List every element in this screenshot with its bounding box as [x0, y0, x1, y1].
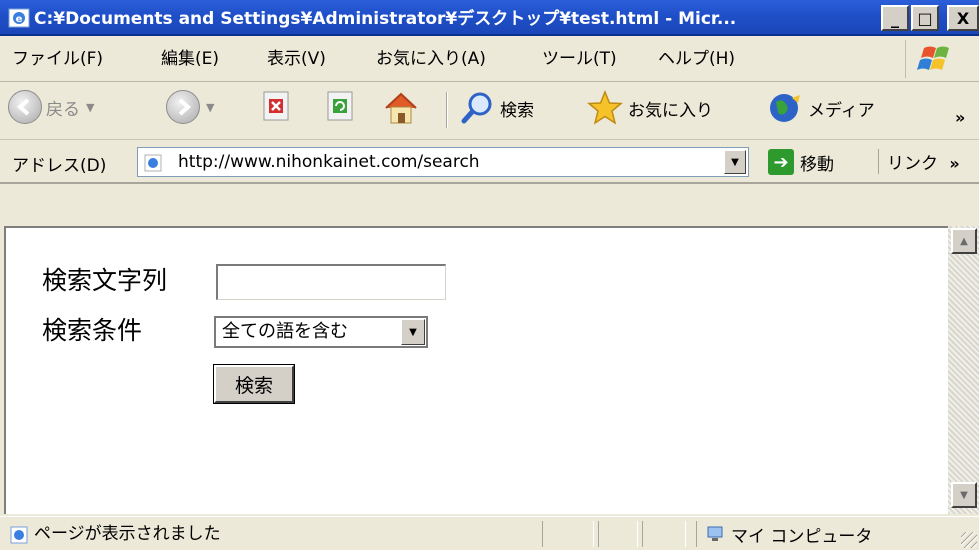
- search-condition-select[interactable]: 全ての語を含む ▼: [214, 316, 428, 348]
- search-input[interactable]: [216, 264, 446, 300]
- search-submit-button[interactable]: 検索: [213, 364, 295, 404]
- home-button[interactable]: [382, 90, 420, 126]
- go-label: 移動: [800, 154, 834, 175]
- address-field[interactable]: http://www.nihonkainet.com/search ▼: [137, 147, 749, 177]
- vertical-scrollbar[interactable]: ▲ ▼: [948, 226, 979, 514]
- refresh-icon: [327, 91, 353, 121]
- toolbar-more-chevron[interactable]: »: [955, 108, 965, 127]
- standard-toolbar: 戻る ▼ ▼ 検索 お気に入り メディア »: [0, 82, 979, 140]
- status-text: ページが表示されました: [34, 524, 221, 544]
- search-text-label: 検索文字列: [42, 266, 168, 295]
- title-bar[interactable]: e C:¥Documents and Settings¥Administrato…: [0, 0, 979, 36]
- media-label: メディア: [808, 100, 875, 121]
- menu-favorites[interactable]: お気に入り(A): [376, 48, 486, 70]
- close-button[interactable]: X: [947, 5, 979, 31]
- svg-text:e: e: [16, 14, 23, 25]
- menu-help[interactable]: ヘルプ(H): [658, 48, 735, 70]
- links-label: リンク: [887, 154, 938, 174]
- windows-logo-icon: [905, 40, 957, 78]
- maximize-button[interactable]: □: [911, 5, 939, 31]
- stop-button[interactable]: [262, 90, 292, 122]
- menu-edit[interactable]: 編集(E): [161, 48, 219, 70]
- stop-icon: [263, 91, 289, 121]
- links-more-chevron[interactable]: »: [949, 154, 959, 173]
- forward-icon: [166, 90, 200, 124]
- security-zone: マイ コンピュータ: [696, 521, 872, 547]
- back-icon: [8, 90, 42, 124]
- page-content: 検索文字列 検索条件 全ての語を含む ▼ 検索: [4, 226, 952, 514]
- search-icon: [461, 92, 492, 124]
- status-bar: ページが表示されました マイ コンピュータ: [0, 516, 979, 550]
- home-icon: [385, 92, 417, 124]
- menu-tools[interactable]: ツール(T): [542, 48, 617, 70]
- toolbar-separator: [446, 92, 448, 128]
- status-cell: [642, 521, 686, 547]
- scroll-up-button[interactable]: ▲: [951, 228, 977, 254]
- search-label: 検索: [500, 100, 534, 121]
- go-arrow-icon: ➔: [768, 149, 794, 175]
- links-button[interactable]: リンク »: [878, 149, 960, 174]
- chevron-down-icon[interactable]: ▼: [401, 319, 425, 345]
- media-globe-icon: [770, 94, 800, 122]
- ie-page-icon: [144, 154, 162, 172]
- favorites-button[interactable]: お気に入り: [586, 90, 713, 126]
- back-button[interactable]: 戻る ▼: [8, 90, 94, 124]
- menu-bar: ファイル(F) 編集(E) 表示(V) お気に入り(A) ツール(T) ヘルプ(…: [0, 36, 979, 82]
- window-title: C:¥Documents and Settings¥Administrator¥…: [34, 9, 737, 29]
- address-dropdown-button[interactable]: ▼: [724, 150, 746, 174]
- favorites-star-icon: [587, 90, 623, 125]
- refresh-button[interactable]: [326, 90, 356, 122]
- ie-page-icon: e: [8, 8, 30, 28]
- forward-button[interactable]: ▼: [166, 90, 214, 124]
- address-label: アドレス(D): [12, 156, 107, 176]
- scroll-down-button[interactable]: ▼: [951, 482, 977, 508]
- menu-file[interactable]: ファイル(F): [12, 48, 103, 70]
- go-button[interactable]: ➔ 移動: [768, 149, 834, 175]
- resize-grip[interactable]: [961, 532, 977, 548]
- menu-view[interactable]: 表示(V): [267, 48, 326, 70]
- minimize-button[interactable]: _: [881, 5, 909, 31]
- computer-icon: [707, 526, 723, 541]
- chevron-down-icon[interactable]: ▼: [86, 101, 94, 114]
- search-condition-value: 全ての語を含む: [222, 321, 348, 342]
- favorites-label: お気に入り: [628, 100, 713, 121]
- back-label: 戻る: [46, 99, 80, 120]
- address-url[interactable]: http://www.nihonkainet.com/search: [178, 151, 480, 173]
- media-button[interactable]: メディア: [768, 90, 875, 126]
- chevron-down-icon[interactable]: ▼: [206, 101, 214, 114]
- ie-page-icon: [10, 526, 28, 544]
- zone-label: マイ コンピュータ: [731, 526, 873, 547]
- status-cell: [598, 521, 638, 547]
- search-button[interactable]: 検索: [460, 90, 534, 126]
- search-condition-label: 検索条件: [42, 316, 143, 345]
- status-cell: [542, 521, 594, 547]
- address-bar: アドレス(D) http://www.nihonkainet.com/searc…: [0, 140, 979, 184]
